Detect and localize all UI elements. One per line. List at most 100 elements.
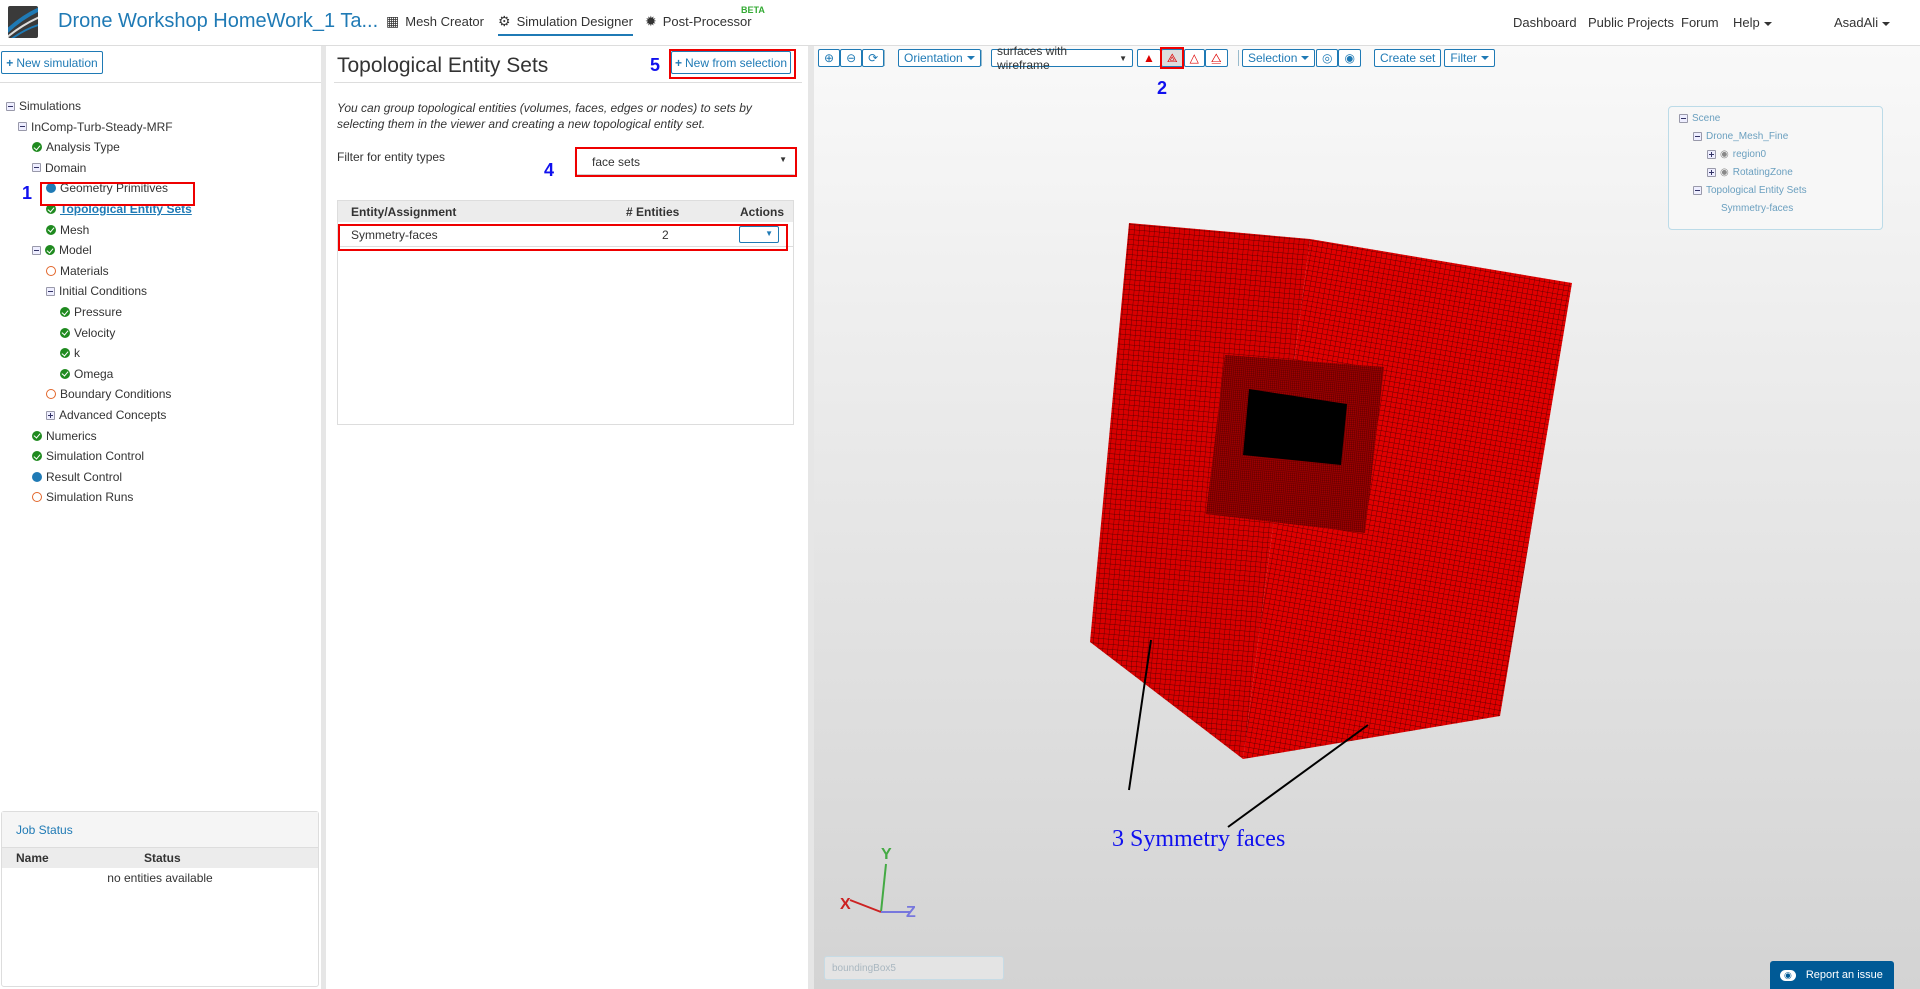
tree-item-simulations[interactable]: Simulations: [6, 99, 81, 113]
eye-icon[interactable]: ◉: [1720, 167, 1729, 178]
collapse-icon[interactable]: [1693, 186, 1702, 195]
tree-item-label: Simulation Control: [46, 449, 145, 464]
3d-viewer[interactable]: ⊕ ⊖ ⟳ Orientation surfaces with wireframe ▼…: [814, 44, 1920, 989]
annotation-3: 3 Symmetry faces: [1112, 826, 1286, 852]
report-issue-button[interactable]: ◉ Report an issue: [1770, 961, 1894, 989]
column-entity: Entity/Assignment: [351, 205, 457, 219]
scene-item-rotatingzone[interactable]: ◉ RotatingZone: [1707, 167, 1793, 178]
empty-message: no entities available: [107, 871, 213, 885]
scene-item-scene[interactable]: Scene: [1679, 113, 1720, 124]
tree-item-label: k: [74, 346, 80, 361]
tree-item-materials[interactable]: Materials: [46, 264, 109, 278]
tree-item-pressure[interactable]: Pressure: [60, 305, 122, 319]
nav-dashboard[interactable]: Dashboard: [1513, 15, 1577, 30]
tree-item-initial-conditions[interactable]: Initial Conditions: [46, 284, 147, 298]
divider: [334, 82, 802, 83]
bounding-box-input[interactable]: boundingBox5: [824, 956, 1004, 980]
plus-icon: +: [6, 55, 14, 70]
check-circle-icon: [32, 142, 42, 153]
scene-item-label: Scene: [1692, 113, 1721, 124]
description: You can group topological entities (volu…: [337, 101, 752, 131]
scene-item-region0[interactable]: ◉ region0: [1707, 149, 1766, 160]
expand-icon[interactable]: [46, 410, 55, 420]
collapse-icon[interactable]: [6, 101, 15, 111]
tree-item-analysis-type[interactable]: Analysis Type: [32, 140, 120, 154]
user-menu[interactable]: AsadAli: [1834, 15, 1891, 30]
page-title: Topological Entity Sets: [337, 54, 549, 77]
caret-down-icon: [1882, 21, 1891, 26]
scene-item-symmetry-faces[interactable]: Symmetry-faces: [1721, 203, 1793, 214]
tree-item-velocity[interactable]: Velocity: [60, 326, 115, 340]
collapse-icon[interactable]: [18, 122, 27, 132]
column-status: Status: [144, 851, 181, 865]
expand-icon[interactable]: [1707, 150, 1716, 159]
tree-item-label: Pressure: [74, 305, 123, 319]
job-status-panel: Job Status Name Status no entities avail…: [1, 811, 319, 987]
empty-circle-icon: [46, 389, 56, 400]
eye-icon[interactable]: ◉: [1720, 149, 1729, 160]
scene-item-topological-entity-sets[interactable]: Topological Entity Sets: [1693, 185, 1807, 196]
tree-item-model[interactable]: Model: [32, 243, 92, 257]
tree-item-k[interactable]: k: [60, 346, 80, 360]
tree-item-label: Materials: [60, 263, 109, 278]
job-status-title: Job Status: [2, 812, 318, 848]
scene-item-label: Topological Entity Sets: [1706, 185, 1807, 196]
beta-badge: BETA: [741, 5, 765, 15]
tree-item-advanced-concepts[interactable]: Advanced Concepts: [46, 408, 166, 422]
top-navbar: Drone Workshop HomeWork_1 Ta... ▦ Mesh Cr…: [0, 0, 1920, 46]
annotation-4: 4: [544, 160, 555, 180]
check-circle-icon: [60, 327, 70, 338]
nav-post-processor[interactable]: ✹ Post-Processor: [645, 13, 752, 30]
tree-item-label: Mesh: [60, 222, 90, 237]
nav-help[interactable]: Help: [1733, 15, 1772, 30]
tree-item-numerics[interactable]: Numerics: [32, 429, 97, 443]
expand-icon[interactable]: [1707, 168, 1716, 177]
nav-public-projects[interactable]: Public Projects: [1588, 15, 1674, 30]
check-circle-icon: [60, 368, 70, 379]
collapse-icon[interactable]: [32, 163, 41, 173]
y-axis: [880, 863, 887, 913]
tree-item-label: Advanced Concepts: [59, 408, 167, 422]
tree-item-incomp-turb-steady-mrf[interactable]: InComp-Turb-Steady-MRF: [18, 120, 173, 134]
column-actions: Actions: [740, 205, 785, 219]
nav-simulation-designer[interactable]: ⚙ Simulation Designer: [498, 13, 633, 36]
scene-item-drone-mesh-fine[interactable]: Drone_Mesh_Fine: [1693, 131, 1788, 142]
tree-item-label: Model: [59, 243, 92, 258]
camera-icon: ◉: [1780, 969, 1796, 981]
tree-item-domain[interactable]: Domain: [32, 161, 86, 175]
axes-triad: Y X Z: [840, 846, 916, 921]
highlight-box: [338, 224, 788, 251]
nav-mesh-creator[interactable]: ▦ Mesh Creator: [386, 13, 484, 30]
tree-item-mesh[interactable]: Mesh: [46, 223, 89, 237]
nav-forum[interactable]: Forum: [1681, 15, 1719, 30]
cube-mesh[interactable]: [1090, 223, 1572, 759]
column-count: # Entities: [626, 205, 680, 219]
new-simulation-button[interactable]: + New simulation: [1, 51, 103, 74]
annotation-2: 2: [1157, 78, 1168, 98]
check-circle-icon: [32, 451, 42, 462]
tree-item-boundary-conditions[interactable]: Boundary Conditions: [46, 387, 171, 401]
tree-item-result-control[interactable]: Result Control: [32, 470, 122, 484]
app-logo[interactable]: [8, 6, 38, 38]
empty-circle-icon: [32, 492, 42, 503]
scene-item-label: region0: [1732, 149, 1767, 160]
x-axis: [849, 899, 882, 913]
tree-item-omega[interactable]: Omega: [60, 367, 113, 381]
collapse-icon[interactable]: [1679, 114, 1688, 123]
scene-item-label: RotatingZone: [1732, 167, 1793, 178]
gears-icon: ⚙: [498, 13, 511, 29]
scene-item-label: Drone_Mesh_Fine: [1706, 131, 1789, 142]
highlight-box: [40, 182, 195, 206]
tree-item-simulation-control[interactable]: Simulation Control: [32, 449, 144, 463]
collapse-icon[interactable]: [32, 245, 41, 255]
collapse-icon[interactable]: [1693, 132, 1702, 141]
tree-item-label: Omega: [74, 366, 114, 381]
tree-item-label: Simulations: [19, 99, 82, 113]
filter-label: Filter for entity types: [337, 150, 446, 164]
collapse-icon[interactable]: [46, 286, 55, 296]
highlight-box: [669, 49, 796, 79]
check-circle-icon: [60, 307, 70, 317]
project-title[interactable]: Drone Workshop HomeWork_1 Ta...: [58, 10, 378, 33]
tree-item-simulation-runs[interactable]: Simulation Runs: [32, 490, 133, 504]
tree-item-label: Velocity: [74, 325, 116, 340]
